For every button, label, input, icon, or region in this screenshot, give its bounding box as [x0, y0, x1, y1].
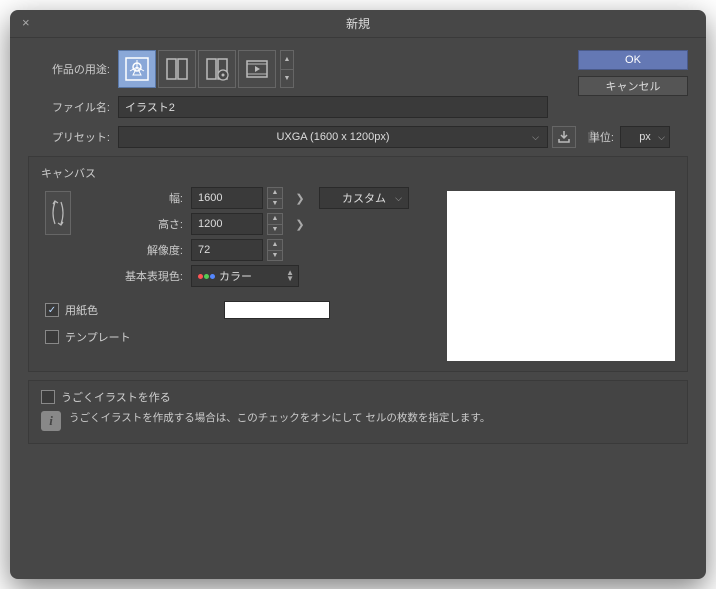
width-stepper[interactable]: ▲▼	[267, 187, 283, 209]
width-input[interactable]	[191, 187, 263, 209]
filename-label: ファイル名:	[28, 99, 118, 115]
purpose-label: 作品の用途:	[28, 61, 118, 77]
colormode-select[interactable]: カラー ▲▼	[191, 265, 299, 287]
purpose-comic-button[interactable]	[158, 50, 196, 88]
resolution-stepper[interactable]: ▲▼	[267, 239, 283, 261]
animation-checkbox[interactable]	[41, 390, 55, 404]
chevron-down-icon: ⌵	[532, 132, 539, 143]
stepper-down-icon[interactable]: ▼	[281, 70, 293, 88]
preset-select[interactable]: UXGA (1600 x 1200px) ⌵	[118, 126, 548, 148]
height-stepper[interactable]: ▲▼	[267, 213, 283, 235]
dialog-title: 新規	[10, 15, 706, 32]
chevron-down-icon: ⌵	[658, 132, 665, 143]
purpose-comic-settings-button[interactable]	[198, 50, 236, 88]
canvas-section: キャンバス 幅: ▲▼ ❯	[28, 156, 688, 372]
width-label: 幅:	[91, 190, 191, 206]
chevron-updown-icon: ▲▼	[286, 270, 294, 282]
papercolor-checkbox[interactable]: ✓	[45, 303, 59, 317]
purpose-animation-button[interactable]	[238, 50, 276, 88]
purpose-stepper[interactable]: ▲ ▼	[280, 50, 294, 88]
resolution-label: 解像度:	[91, 242, 191, 258]
illustration-icon	[124, 56, 150, 82]
animation-info-text: うごくイラストを作成する場合は、このチェックをオンにして セルの枚数を指定します…	[69, 411, 490, 431]
template-label: テンプレート	[65, 329, 131, 345]
animation-icon	[244, 56, 270, 82]
filename-input[interactable]	[118, 96, 548, 118]
unit-label: 単位:	[589, 129, 614, 145]
new-document-dialog: × 新規 OK キャンセル 作品の用途:	[10, 10, 706, 579]
canvas-preview	[447, 191, 675, 361]
height-expand-button[interactable]: ❯	[289, 213, 311, 235]
close-button[interactable]: ×	[22, 16, 36, 30]
animation-label: うごくイラストを作る	[61, 389, 171, 405]
resolution-input[interactable]	[191, 239, 263, 261]
comic-settings-icon	[204, 56, 230, 82]
canvas-title: キャンバス	[41, 165, 675, 181]
orientation-button[interactable]	[45, 191, 71, 235]
save-preset-button[interactable]	[552, 126, 576, 148]
purpose-illustration-button[interactable]	[118, 50, 156, 88]
cancel-button[interactable]: キャンセル	[578, 76, 688, 96]
template-checkbox[interactable]	[45, 330, 59, 344]
comic-icon	[164, 56, 190, 82]
titlebar: × 新規	[10, 10, 706, 38]
height-input[interactable]	[191, 213, 263, 235]
info-icon: i	[41, 411, 61, 431]
swap-orientation-icon	[49, 196, 67, 230]
size-preset-select[interactable]: カスタム ⌵	[319, 187, 409, 209]
preset-label: プリセット:	[28, 129, 118, 145]
stepper-up-icon[interactable]: ▲	[281, 51, 293, 70]
ok-button[interactable]: OK	[578, 50, 688, 70]
save-preset-icon	[557, 130, 571, 144]
colormode-label: 基本表現色:	[91, 268, 191, 284]
papercolor-swatch[interactable]	[224, 301, 330, 319]
unit-select[interactable]: px ⌵	[620, 126, 670, 148]
height-label: 高さ:	[91, 216, 191, 232]
chevron-down-icon: ⌵	[395, 193, 402, 204]
width-expand-button[interactable]: ❯	[289, 187, 311, 209]
animation-section: うごくイラストを作る i うごくイラストを作成する場合は、このチェックをオンにし…	[28, 380, 688, 444]
papercolor-label: 用紙色	[65, 302, 98, 318]
color-mode-icon	[198, 274, 215, 279]
